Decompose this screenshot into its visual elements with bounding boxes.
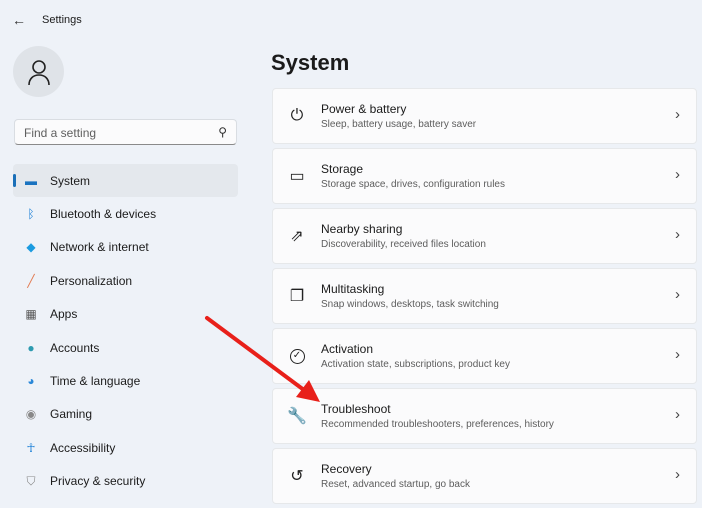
window-title: Settings xyxy=(42,14,82,26)
chevron-right-icon: › xyxy=(675,106,680,123)
sidebar-item-label: Privacy & security xyxy=(50,474,146,489)
sidebar-item-apps[interactable]: ▦ Apps xyxy=(13,298,238,331)
shield-icon: ⛉ xyxy=(26,473,36,488)
sidebar-item-personalization[interactable]: ╱ Personalization xyxy=(13,264,238,297)
wifi-icon: ◆ xyxy=(26,240,36,255)
card-subtitle: Discoverability, received files location xyxy=(321,239,486,250)
gamepad-icon: ◉ xyxy=(25,407,37,422)
sidebar-item-label: Accessibility xyxy=(50,440,116,455)
chevron-right-icon: › xyxy=(675,466,680,483)
user-icon xyxy=(27,59,50,85)
sidebar-item-label: Apps xyxy=(50,307,78,322)
card-title: Multitasking xyxy=(321,282,385,296)
sidebar-item-label: System xyxy=(50,173,91,188)
brush-icon: ╱ xyxy=(27,273,35,288)
sidebar-item-label: Bluetooth & devices xyxy=(50,207,157,222)
page-title: System xyxy=(271,50,350,75)
sidebar-item-label: Gaming xyxy=(50,407,93,422)
apps-icon: ▦ xyxy=(25,307,37,322)
settings-card-storage[interactable]: ▭ Storage Storage space, drives, configura… xyxy=(272,148,697,204)
accessibility-icon: ☥ xyxy=(26,440,36,455)
sidebar-item-network-internet[interactable]: ◆ Network & internet xyxy=(13,231,238,264)
sidebar-item-privacy-security[interactable]: ⛉ Privacy & security xyxy=(13,465,238,498)
multitasking-icon: ❐ xyxy=(289,288,305,305)
settings-card-recovery[interactable]: ↺ Recovery Reset, advanced startup, go bac… xyxy=(272,448,697,504)
card-title: Power & battery xyxy=(321,102,407,116)
card-title: Activation xyxy=(321,342,374,356)
power-icon: ⏻ xyxy=(290,107,304,124)
settings-card-nearby-sharing[interactable]: ⇗ Nearby sharing Discoverability, received… xyxy=(272,208,697,264)
card-subtitle: Recommended troubleshooters, preferences… xyxy=(321,419,554,430)
card-subtitle: Snap windows, desktops, task switching xyxy=(321,299,499,310)
search-placeholder: Find a setting xyxy=(24,126,97,140)
sidebar-item-accessibility[interactable]: ☥ Accessibility xyxy=(13,431,238,464)
sidebar-nav: ▬ System ᛒ Bluetooth & devices ◆ Network & in… xyxy=(13,164,238,498)
settings-list: ⏻ Power & battery Sleep, battery usage, ba… xyxy=(272,88,697,508)
sidebar-item-time-language[interactable]: ◕ Time & language xyxy=(13,364,238,397)
card-subtitle: Sleep, battery usage, battery saver xyxy=(321,119,477,130)
settings-card-activation[interactable]: ✓ Activation Activation state, subscriptio… xyxy=(272,328,697,384)
settings-card-power-battery[interactable]: ⏻ Power & battery Sleep, battery usage, ba… xyxy=(272,88,697,144)
title-bar: ← Settings xyxy=(0,0,702,40)
search-icon[interactable]: ⚲ xyxy=(218,125,227,139)
settings-card-troubleshoot[interactable]: 🔧 Troubleshoot Recommended troubleshooters… xyxy=(272,388,697,444)
storage-icon: ▭ xyxy=(289,168,305,185)
settings-card-multitasking[interactable]: ❐ Multitasking Snap windows, desktops, tas… xyxy=(272,268,697,324)
sidebar-item-label: Accounts xyxy=(50,340,100,355)
sidebar-item-bluetooth-devices[interactable]: ᛒ Bluetooth & devices xyxy=(13,197,238,230)
card-title: Recovery xyxy=(321,462,372,476)
card-subtitle: Storage space, drives, configuration rul… xyxy=(321,179,505,190)
back-arrow-icon[interactable]: ← xyxy=(12,12,26,28)
card-subtitle: Reset, advanced startup, go back xyxy=(321,479,470,490)
share-icon: ⇗ xyxy=(290,228,304,245)
bluetooth-icon: ᛒ xyxy=(27,207,35,222)
accounts-icon: ● xyxy=(27,340,35,355)
sidebar-item-system[interactable]: ▬ System xyxy=(13,164,238,198)
recovery-icon: ↺ xyxy=(290,468,304,485)
card-title: Nearby sharing xyxy=(321,222,403,236)
avatar[interactable] xyxy=(13,46,64,97)
chevron-right-icon: › xyxy=(675,406,680,423)
chevron-right-icon: › xyxy=(675,166,680,183)
search-input[interactable]: Find a setting ⚲ xyxy=(14,119,237,145)
sidebar-item-accounts[interactable]: ● Accounts xyxy=(13,331,238,364)
sidebar-item-gaming[interactable]: ◉ Gaming xyxy=(13,398,238,431)
sidebar-item-label: Time & language xyxy=(50,374,141,389)
chevron-right-icon: › xyxy=(675,226,680,243)
chevron-right-icon: › xyxy=(675,286,680,303)
sidebar-item-label: Personalization xyxy=(50,273,133,288)
chevron-right-icon: › xyxy=(675,346,680,363)
globe-clock-icon: ◕ xyxy=(27,374,35,389)
system-icon: ▬ xyxy=(25,173,37,188)
card-title: Troubleshoot xyxy=(321,402,391,416)
sidebar-item-label: Network & internet xyxy=(50,240,149,255)
check-circle-icon: ✓ xyxy=(273,348,321,364)
card-subtitle: Activation state, subscriptions, product… xyxy=(321,359,510,370)
card-title: Storage xyxy=(321,162,364,176)
wrench-icon: 🔧 xyxy=(287,408,307,425)
